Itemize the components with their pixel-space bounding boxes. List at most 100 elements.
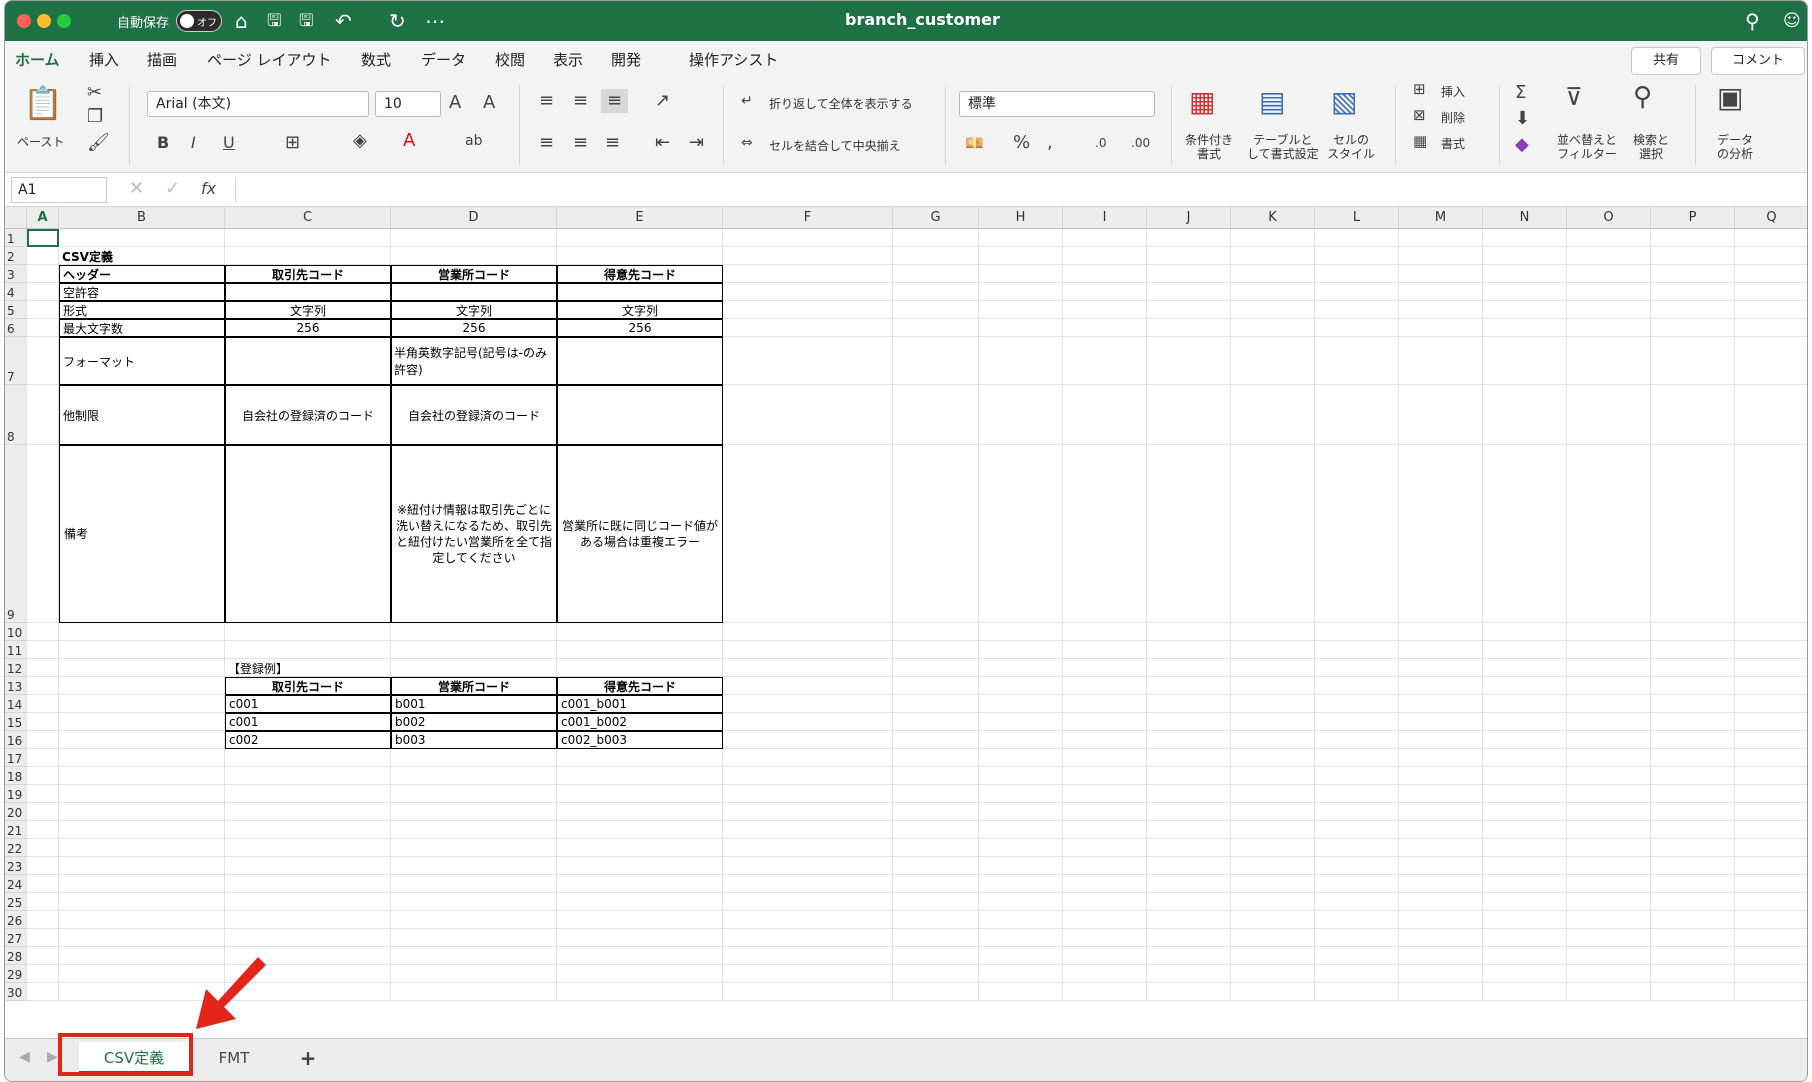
example-header-cell[interactable]: 取引先コード [225, 677, 391, 695]
currency-icon[interactable]: 💴 [965, 133, 984, 153]
col-header-P[interactable]: P [1651, 207, 1735, 229]
header-cell[interactable]: ヘッダー [59, 265, 225, 283]
tab-tell-me[interactable]: 操作アシスト [689, 49, 778, 70]
col-header-E[interactable]: E [557, 207, 723, 229]
definition-cell[interactable]: 空許容 [59, 283, 225, 301]
insert-function-icon[interactable]: fx [201, 179, 216, 199]
merge-center-button[interactable]: セルを結合して中央揃え [769, 139, 901, 153]
row-header-15[interactable]: 15 [5, 713, 27, 731]
col-header-I[interactable]: I [1063, 207, 1147, 229]
col-header-K[interactable]: K [1231, 207, 1315, 229]
add-sheet-button[interactable]: + [291, 1042, 325, 1074]
format-painter-icon[interactable]: 🖌 [87, 133, 110, 153]
row-header-12[interactable]: 12 [5, 659, 27, 677]
example-data-cell[interactable]: c001_b002 [557, 713, 723, 731]
decrease-font-icon[interactable]: A [483, 93, 495, 113]
zoom-button[interactable] [57, 14, 71, 28]
definition-cell[interactable]: 256 [225, 319, 391, 337]
definition-cell[interactable] [225, 337, 391, 385]
example-header-cell[interactable]: 得意先コード [557, 677, 723, 695]
col-header-L[interactable]: L [1315, 207, 1399, 229]
col-header-A[interactable]: A [27, 207, 59, 229]
select-all-corner[interactable] [5, 207, 27, 229]
font-size-select[interactable]: 10 [375, 91, 441, 117]
search-icon[interactable]: ⚲ [1745, 9, 1760, 33]
row-header-2[interactable]: 2 [5, 247, 27, 265]
home-icon[interactable]: ⌂ [235, 9, 248, 33]
comment-button[interactable]: コメント [1711, 47, 1805, 75]
insert-cells-button[interactable]: 挿入 [1441, 85, 1465, 99]
example-title-cell[interactable]: 【登録例】 [225, 659, 391, 677]
definition-cell[interactable] [391, 283, 557, 301]
row-header-19[interactable]: 19 [5, 785, 27, 803]
row-header-7[interactable]: 7 [5, 337, 27, 385]
header-cell[interactable]: 営業所コード [391, 265, 557, 283]
example-data-cell[interactable]: b003 [391, 731, 557, 749]
row-header-22[interactable]: 22 [5, 839, 27, 857]
comma-icon[interactable]: , [1047, 133, 1053, 153]
col-header-F[interactable]: F [723, 207, 893, 229]
tab-insert[interactable]: 挿入 [89, 49, 119, 70]
find-select-icon[interactable]: ⚲ [1633, 83, 1652, 111]
tab-developer[interactable]: 開発 [611, 49, 641, 70]
align-top-icon[interactable]: ≡ [539, 91, 554, 111]
definition-cell[interactable] [557, 385, 723, 445]
paste-icon[interactable]: 📋 [23, 85, 63, 121]
definition-cell[interactable]: 備考 [59, 445, 225, 623]
definition-cell[interactable] [225, 445, 391, 623]
more-icon[interactable]: ⋯ [425, 9, 445, 33]
sheet-tab-fmt[interactable]: FMT [191, 1042, 277, 1074]
row-header-16[interactable]: 16 [5, 731, 27, 749]
col-header-O[interactable]: O [1567, 207, 1651, 229]
account-icon[interactable]: ☺ [1783, 9, 1801, 33]
increase-decimal-icon[interactable]: .0 [1095, 133, 1106, 153]
font-name-select[interactable]: Arial (本文) [147, 91, 369, 117]
col-header-C[interactable]: C [225, 207, 391, 229]
tab-page-layout[interactable]: ページ レイアウト [207, 49, 331, 70]
format-cells-icon[interactable]: ▦ [1413, 131, 1427, 151]
tab-draw[interactable]: 描画 [147, 49, 177, 70]
merge-icon[interactable]: ⇔ [741, 133, 753, 153]
row-header-21[interactable]: 21 [5, 821, 27, 839]
wrap-icon[interactable]: ↵ [741, 91, 753, 111]
col-header-B[interactable]: B [59, 207, 225, 229]
increase-indent-icon[interactable]: ⇥ [689, 133, 704, 153]
row-header-30[interactable]: 30 [5, 983, 27, 1001]
cancel-icon[interactable]: ✕ [129, 179, 144, 199]
fill-color-icon[interactable]: ◈ [353, 131, 367, 151]
definition-cell[interactable]: 営業所に既に同じコード値がある場合は重複エラー [557, 445, 723, 623]
row-header-26[interactable]: 26 [5, 911, 27, 929]
col-header-H[interactable]: H [979, 207, 1063, 229]
format-cells-button[interactable]: 書式 [1441, 137, 1465, 151]
underline-icon[interactable]: U [223, 133, 235, 153]
col-header-G[interactable]: G [893, 207, 979, 229]
align-middle-icon[interactable]: ≡ [573, 91, 588, 111]
insert-cells-icon[interactable]: ⊞ [1413, 79, 1426, 99]
row-header-9[interactable]: 9 [5, 445, 27, 623]
row-header-28[interactable]: 28 [5, 947, 27, 965]
next-sheet-icon[interactable]: ▶ [47, 1047, 58, 1067]
percent-icon[interactable]: % [1013, 133, 1030, 153]
share-button[interactable]: 共有 [1631, 47, 1701, 75]
example-data-cell[interactable]: b001 [391, 695, 557, 713]
delete-cells-icon[interactable]: ⊠ [1413, 105, 1426, 125]
align-center-icon[interactable]: ≡ [573, 133, 588, 153]
save-icon[interactable]: 🖫 [267, 9, 281, 33]
redo-icon[interactable]: ↻ [389, 9, 406, 33]
cell-style-icon[interactable]: ▧ [1331, 87, 1357, 117]
align-left-icon[interactable]: ≡ [539, 133, 554, 153]
definition-cell[interactable]: 自会社の登録済のコード [391, 385, 557, 445]
row-header-25[interactable]: 25 [5, 893, 27, 911]
definition-cell[interactable] [225, 283, 391, 301]
definition-cell[interactable]: 256 [557, 319, 723, 337]
definition-cell[interactable]: 文字列 [557, 301, 723, 319]
delete-cells-button[interactable]: 削除 [1441, 111, 1465, 125]
sheet-title-cell[interactable]: CSV定義 [59, 247, 225, 265]
analyze-data-icon[interactable]: ▣ [1717, 83, 1743, 113]
col-header-M[interactable]: M [1399, 207, 1483, 229]
row-header-18[interactable]: 18 [5, 767, 27, 785]
definition-cell[interactable]: フォーマット [59, 337, 225, 385]
align-right-icon[interactable]: ≡ [605, 133, 620, 153]
definition-cell[interactable]: 自会社の登録済のコード [225, 385, 391, 445]
row-header-27[interactable]: 27 [5, 929, 27, 947]
